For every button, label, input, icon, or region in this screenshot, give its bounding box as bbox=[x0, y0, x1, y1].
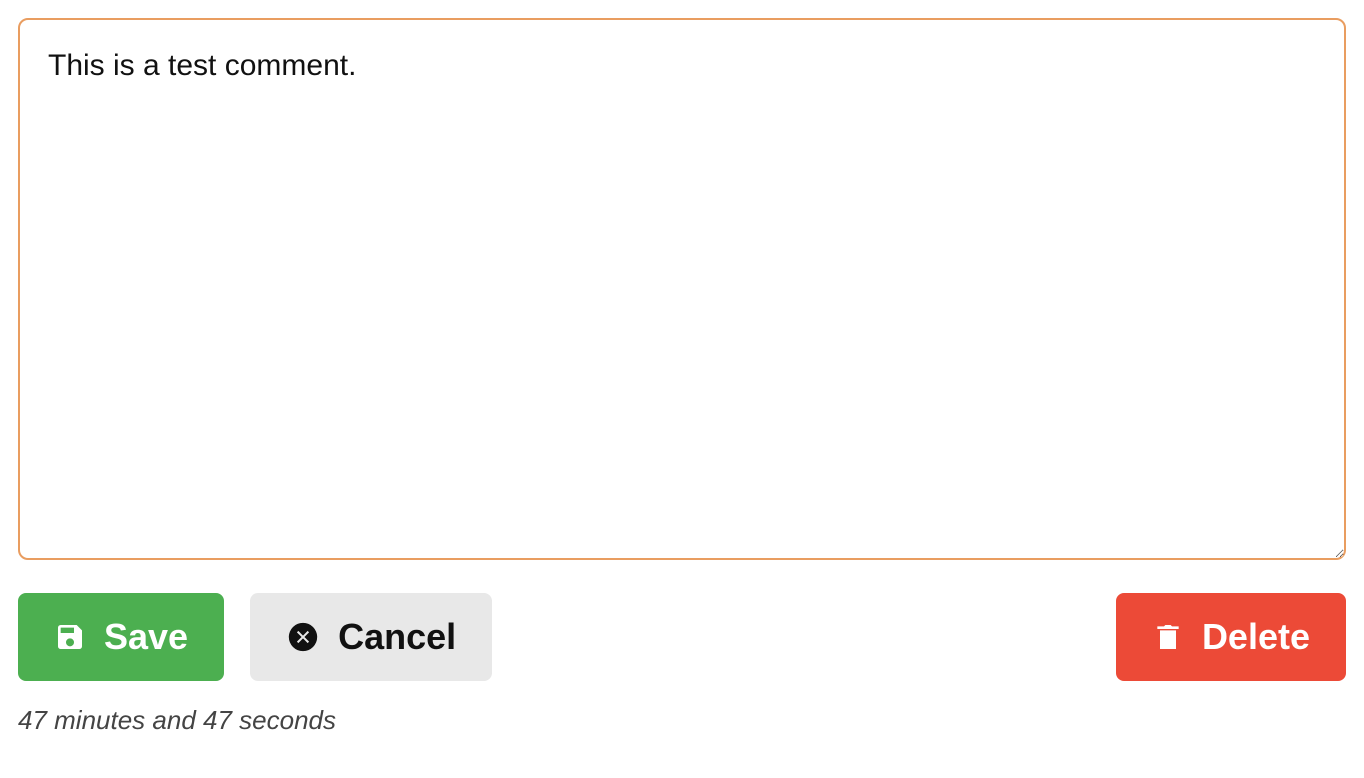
timestamp-text: 47 minutes and 47 seconds bbox=[18, 705, 1346, 736]
cancel-button-label: Cancel bbox=[338, 616, 456, 658]
trash-icon bbox=[1152, 620, 1184, 654]
save-button[interactable]: Save bbox=[18, 593, 224, 681]
cancel-button[interactable]: Cancel bbox=[250, 593, 492, 681]
action-button-row: Save Cancel Delete bbox=[18, 593, 1346, 681]
cancel-icon bbox=[286, 620, 320, 654]
save-icon bbox=[54, 621, 86, 653]
save-button-label: Save bbox=[104, 616, 188, 658]
delete-button-label: Delete bbox=[1202, 616, 1310, 658]
delete-button[interactable]: Delete bbox=[1116, 593, 1346, 681]
comment-textarea[interactable] bbox=[18, 18, 1346, 560]
